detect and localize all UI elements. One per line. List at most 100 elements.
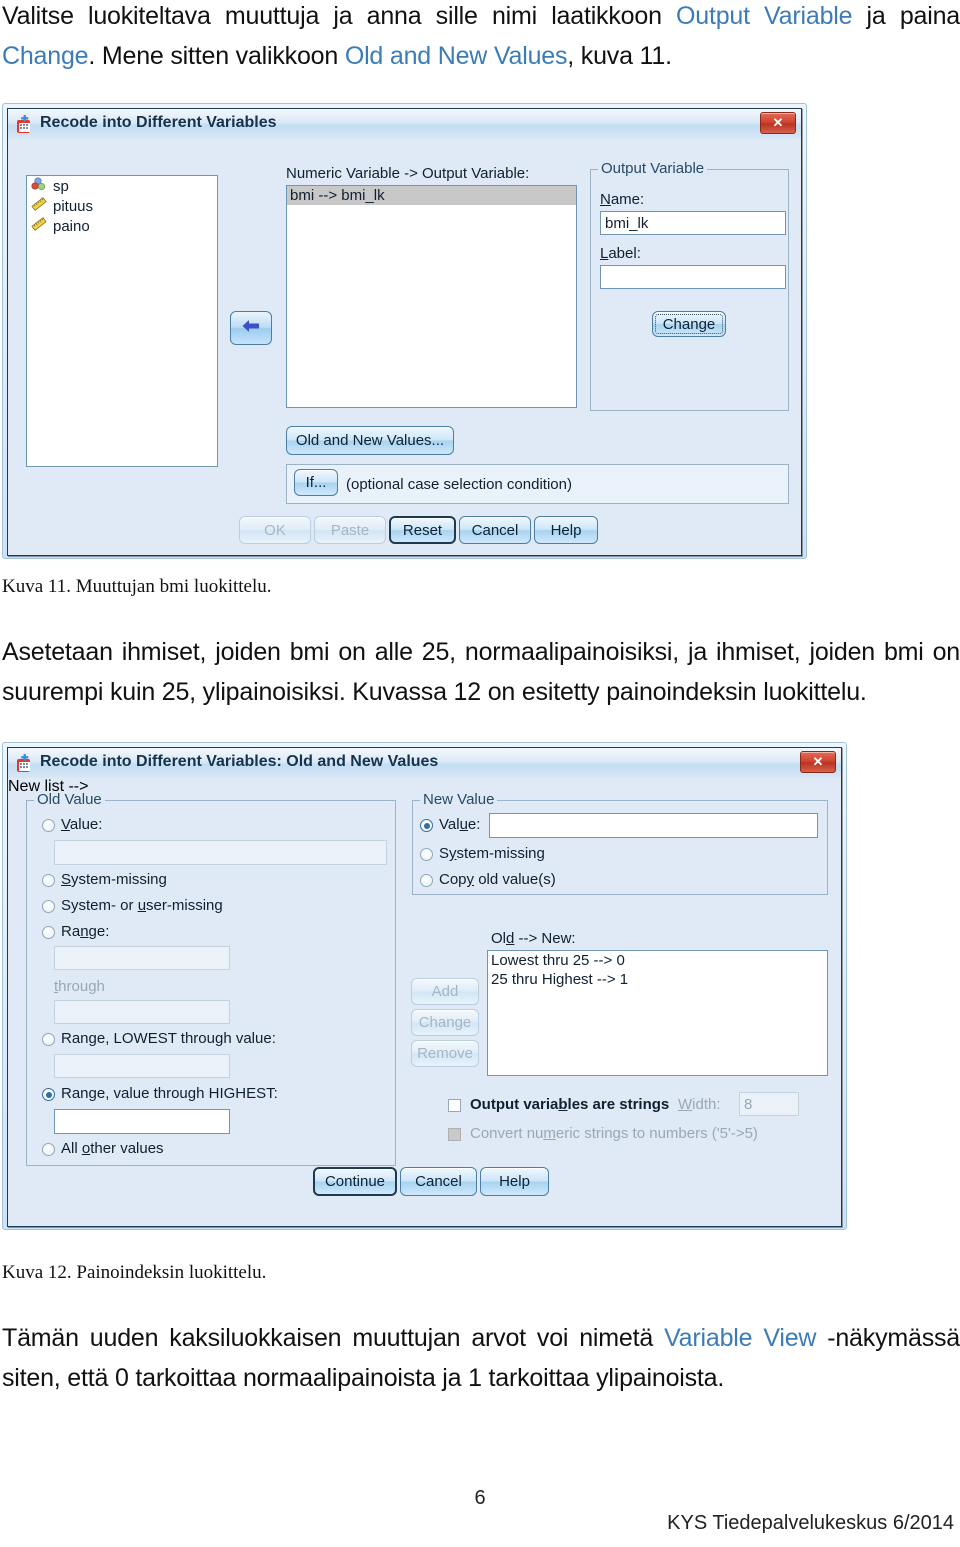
remove-button[interactable]: Remove: [411, 1040, 479, 1067]
continue-button[interactable]: Continue: [313, 1167, 397, 1196]
old-value-range-from-input[interactable]: [54, 946, 230, 970]
mapping-list[interactable]: Lowest thru 25 --> 0 25 thru Highest -->…: [487, 950, 828, 1076]
width-input[interactable]: 8: [739, 1092, 799, 1116]
output-strings-label: Output variables are strings: [470, 1096, 670, 1113]
help-button[interactable]: Help: [480, 1167, 549, 1196]
output-name-input[interactable]: bmi_lk: [600, 211, 786, 235]
list-item[interactable]: paino: [27, 216, 217, 236]
intro-seg-6: , kuva 11.: [567, 42, 672, 70]
new-value-radio-value[interactable]: [420, 819, 433, 832]
add-button-label: Add: [431, 983, 459, 1000]
source-variable-list[interactable]: sp pituus paino: [26, 175, 218, 467]
help-button[interactable]: Help: [534, 516, 598, 544]
old-value-label-value: Value:: [61, 816, 103, 833]
old-value-radio-value[interactable]: [42, 819, 55, 832]
new-value-group-label: New Value: [420, 791, 498, 808]
paste-button[interactable]: Paste: [314, 516, 386, 544]
convert-numeric-checkbox[interactable]: [448, 1128, 461, 1141]
source-variable-name: sp: [53, 177, 69, 195]
recode-dialog-shadow: Recode into Different Variables ✕ sp pit…: [2, 103, 807, 559]
change-mapping-button[interactable]: Change: [411, 1009, 479, 1036]
list-item[interactable]: 25 thru Highest --> 1: [488, 970, 827, 989]
numeric-variable-label: Numeric Variable -> Output Variable:: [286, 165, 529, 182]
old-value-radio-range[interactable]: [42, 926, 55, 939]
list-item[interactable]: bmi --> bmi_lk: [287, 186, 576, 205]
help-button-label: Help: [499, 1173, 530, 1190]
close-icon-glyph: ✕: [772, 115, 784, 130]
name-label-rest: ame:: [610, 191, 645, 208]
intro-seg-2: ja paina: [852, 2, 960, 30]
old-value-radio-system-missing[interactable]: [42, 874, 55, 887]
scale-icon: [31, 217, 47, 235]
old-value-label-range: Range:: [61, 923, 110, 940]
old-value-label-all-other: All other values: [61, 1140, 164, 1157]
new-value-radio-system-missing[interactable]: [420, 848, 433, 861]
help-button-label: Help: [550, 521, 582, 539]
numeric-variable-label-text: Numeric Variable -> Output Variable:: [286, 165, 530, 182]
old-value-group-label: Old Value: [34, 791, 105, 808]
old-value-radio-through-highest[interactable]: [42, 1088, 55, 1101]
old-value-input[interactable]: [54, 840, 387, 865]
close-icon[interactable]: ✕: [760, 112, 796, 134]
old-new-mapping-label: Old --> New:: [491, 930, 576, 947]
cancel-button-label: Cancel: [415, 1173, 462, 1190]
numeric-variable-list[interactable]: bmi --> bmi_lk: [286, 185, 577, 408]
change-mapping-button-label: Change: [418, 1014, 472, 1031]
output-label-input[interactable]: [600, 265, 786, 289]
end-paragraph: Tämän uuden kaksiluokkaisen muuttujan ar…: [2, 1318, 960, 1398]
source-variable-name: paino: [53, 217, 90, 235]
list-item[interactable]: sp: [27, 176, 217, 196]
close-icon[interactable]: ✕: [800, 751, 836, 773]
new-value-input[interactable]: [489, 813, 818, 838]
intro-paragraph: Valitse luokiteltava muuttuja ja anna si…: [2, 0, 960, 76]
list-item[interactable]: Lowest thru 25 --> 0: [488, 951, 827, 970]
output-strings-checkbox[interactable]: [448, 1099, 461, 1112]
old-and-new-values-label: Old and New Values...: [295, 432, 445, 449]
close-icon-glyph: ✕: [812, 754, 824, 769]
ok-button-label: OK: [264, 521, 286, 539]
old-value-label-system-user-missing: System- or user-missing: [61, 897, 223, 914]
recode-dialog-body: sp pituus paino Numeric Variable -> Outp…: [8, 139, 801, 555]
spss-app-icon: [16, 114, 35, 134]
old-new-values-dialog: Recode into Different Variables: Old and…: [7, 747, 842, 1227]
old-and-new-values-button[interactable]: Old and New Values...: [286, 426, 454, 455]
recode-dialog-titlebar: Recode into Different Variables ✕: [8, 109, 801, 140]
recode-dialog: Recode into Different Variables ✕ sp pit…: [7, 108, 802, 556]
add-button[interactable]: Add: [411, 978, 479, 1005]
old-value-lowest-through-input[interactable]: [54, 1054, 230, 1078]
scale-icon: [31, 197, 47, 215]
reset-button-label: Reset: [402, 521, 443, 539]
output-variable-group-label: Output Variable: [598, 160, 708, 177]
new-value-label-value: Value:: [439, 816, 481, 833]
reset-button[interactable]: Reset: [389, 516, 456, 544]
intro-seg-0: Valitse luokiteltava muuttuja ja anna si…: [2, 2, 676, 30]
ok-button[interactable]: OK: [239, 516, 311, 544]
name-label: Name:: [600, 191, 645, 208]
old-value-range-to-input[interactable]: [54, 1000, 230, 1024]
cancel-button[interactable]: Cancel: [459, 516, 531, 544]
old-value-radio-lowest-through[interactable]: [42, 1033, 55, 1046]
change-button[interactable]: Change: [652, 311, 726, 337]
new-value-radio-copy-old[interactable]: [420, 874, 433, 887]
through-label: through: [54, 978, 105, 995]
convert-numeric-label: Convert numeric strings to numbers ('5'-…: [470, 1125, 758, 1142]
new-value-label-system-missing: System-missing: [439, 845, 545, 862]
old-new-values-titlebar: Recode into Different Variables: Old and…: [8, 748, 841, 779]
if-button[interactable]: If...: [294, 469, 338, 496]
transfer-arrow-button[interactable]: [230, 311, 272, 345]
figure-caption-12: Kuva 12. Painoindeksin luokittelu.: [2, 1262, 267, 1283]
old-new-values-title: Recode into Different Variables: Old and…: [40, 753, 439, 770]
document-page: Valitse luokiteltava muuttuja ja anna si…: [0, 0, 960, 1547]
old-value-label-lowest-through: Range, LOWEST through value:: [61, 1030, 276, 1047]
change-button-label: Change: [662, 315, 716, 333]
list-item[interactable]: pituus: [27, 196, 217, 216]
old-value-radio-system-user-missing[interactable]: [42, 900, 55, 913]
width-value: 8: [744, 1096, 753, 1113]
old-value-through-highest-input[interactable]: [54, 1109, 230, 1134]
if-button-label: If...: [305, 474, 327, 491]
cancel-button[interactable]: Cancel: [400, 1167, 477, 1196]
old-value-radio-all-other[interactable]: [42, 1143, 55, 1156]
spss-app-icon: [16, 753, 35, 773]
old-value-label-system-missing: System-missing: [61, 871, 167, 888]
footer-organization: KYS Tiedepalvelukeskus 6/2014: [667, 1512, 954, 1534]
